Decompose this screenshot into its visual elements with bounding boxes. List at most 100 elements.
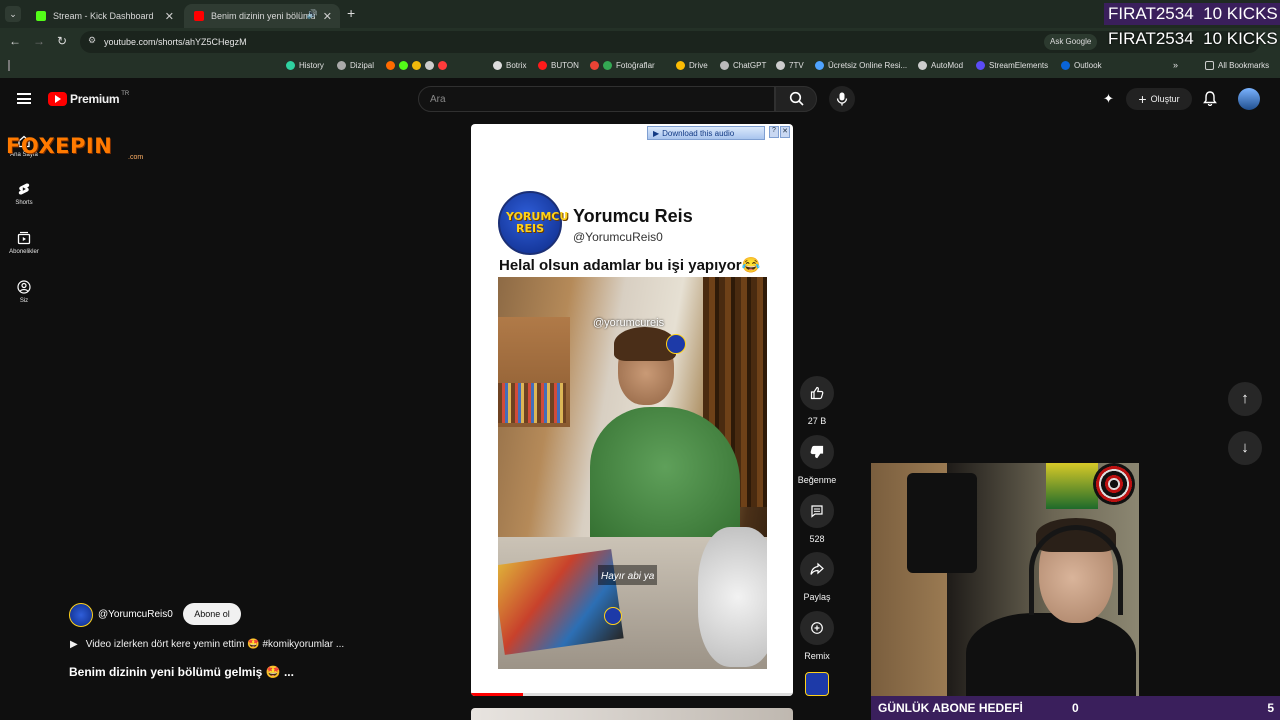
- sound-source-thumbnail[interactable]: [805, 672, 829, 696]
- next-short-preview[interactable]: [471, 708, 793, 720]
- webcam-banner: [1046, 463, 1098, 509]
- goal-current: 0: [1072, 701, 1079, 715]
- previous-short-button[interactable]: ↑: [1228, 382, 1262, 416]
- youtube-logo[interactable]: Premium TR: [48, 91, 130, 106]
- bookmark-buton[interactable]: BUTON: [538, 61, 579, 70]
- gemini-icon[interactable]: ✦: [1103, 91, 1114, 107]
- playback-progress-fill: [471, 693, 523, 696]
- thumbs-up-icon: [810, 386, 824, 400]
- all-bookmarks[interactable]: All Bookmarks: [1205, 61, 1269, 70]
- subscriber-goal-bar: GÜNLÜK ABONE HEDEFİ 0 5: [871, 696, 1280, 720]
- bookmark-drive[interactable]: Drive: [676, 61, 708, 70]
- subtitle-text: Hayır abi ya: [601, 571, 655, 582]
- next-short-button[interactable]: ↓: [1228, 431, 1262, 465]
- bookmark-resim[interactable]: Ücretsiz Online Resi...: [815, 61, 907, 70]
- search-input[interactable]: Ara: [418, 86, 775, 112]
- dislike-button[interactable]: Beğenme: [794, 435, 840, 485]
- bookmark-dizipal[interactable]: Dizipal: [337, 61, 374, 70]
- create-button[interactable]: + Oluştur: [1126, 88, 1192, 110]
- play-icon: ▶: [70, 639, 78, 650]
- goal-target: 5: [1267, 701, 1274, 715]
- browser-tab-bar: ⌄ Stream - Kick Dashboard ✕ Benim dizini…: [0, 0, 1280, 28]
- webcam-jersey: [907, 473, 977, 573]
- menu-icon[interactable]: [17, 93, 31, 104]
- country-badge: TR: [121, 91, 130, 97]
- short-video-player[interactable]: ▶ Download this audio ? ✕ YORUMCU REIS Y…: [471, 124, 793, 696]
- tab-youtube-short[interactable]: Benim dizinin yeni bölümü 🔊 ✕: [184, 4, 340, 28]
- goal-label: GÜNLÜK ABONE HEDEFİ: [878, 701, 1023, 715]
- nav-shorts[interactable]: Shorts: [0, 182, 48, 206]
- nav-subscriptions[interactable]: Abonelikler: [0, 231, 48, 255]
- playback-progress-track[interactable]: [471, 693, 793, 696]
- arrow-up-icon: ↑: [1241, 390, 1249, 407]
- subscribe-button[interactable]: Abone ol: [183, 603, 241, 625]
- dislike-label: Beğenme: [797, 475, 837, 485]
- reload-icon[interactable]: ↻: [57, 34, 67, 48]
- bookmarks-bar: History Dizipal Botrix BUTON Fotoğraflar…: [0, 56, 1280, 78]
- voice-search-button[interactable]: [829, 86, 855, 112]
- bookmark-7tv[interactable]: 7TV: [776, 61, 804, 70]
- remix-label: Remix: [804, 651, 830, 661]
- tab-title: Stream - Kick Dashboard: [53, 11, 154, 21]
- search-placeholder: Ara: [430, 94, 446, 105]
- download-audio-button[interactable]: ▶ Download this audio: [647, 126, 765, 140]
- create-label: Oluştur: [1150, 94, 1180, 104]
- notifications-icon[interactable]: [1203, 91, 1217, 111]
- shorts-icon: [18, 183, 30, 195]
- video-frame[interactable]: @yorumcureis Hayır abi ya: [498, 277, 767, 669]
- nav-label: Abonelikler: [9, 249, 39, 255]
- playlist-text: Video izlerken dört kere yemin ettim 🤩 #…: [85, 639, 345, 650]
- foxepin-logo-text: FOXEPIN: [6, 134, 113, 158]
- watermark-badge: [666, 334, 686, 354]
- close-icon[interactable]: ✕: [780, 126, 790, 138]
- bookmark-icons-2[interactable]: [386, 61, 451, 70]
- remix-button[interactable]: Remix: [796, 611, 838, 661]
- play-icon: ▶: [653, 128, 660, 138]
- tab-search-button[interactable]: ⌄: [5, 6, 21, 22]
- search-button[interactable]: [775, 86, 817, 112]
- omnibox[interactable]: ⚙ youtube.com/shorts/ahYZ5CHegzM Ask Goo…: [80, 31, 1260, 53]
- info-channel-name[interactable]: @YorumcuReis0: [98, 609, 173, 620]
- site-info-icon[interactable]: ⚙: [88, 35, 96, 46]
- comments-button[interactable]: 528: [796, 494, 838, 544]
- close-tab-icon[interactable]: ✕: [165, 10, 174, 23]
- bookmarks-overflow-icon[interactable]: »: [1173, 60, 1178, 70]
- bookmark-fotograflar[interactable]: Fotoğraflar: [590, 61, 655, 70]
- foxepin-logo-sub: .com: [128, 154, 144, 161]
- close-tab-icon[interactable]: ✕: [323, 10, 332, 23]
- webcam-streamer-body: [966, 613, 1136, 696]
- bookmark-botrix[interactable]: Botrix: [493, 61, 526, 70]
- ask-google-chip[interactable]: Ask Google: [1044, 34, 1098, 50]
- speaker-icon[interactable]: 🔊: [307, 9, 318, 20]
- webcam-dartboard: [1093, 463, 1135, 505]
- new-tab-button[interactable]: +: [347, 5, 355, 21]
- bookmark-label: All Bookmarks: [1218, 61, 1270, 70]
- help-icon[interactable]: ?: [769, 126, 779, 138]
- kick-alert-line-2: FIRAT2534 10 KICKS: [1104, 28, 1280, 50]
- nav-you[interactable]: Siz: [0, 280, 48, 304]
- download-label: Download this audio: [662, 128, 735, 138]
- forward-icon[interactable]: →: [33, 34, 45, 48]
- webcam-headset: [1029, 525, 1123, 615]
- like-button[interactable]: 27 B: [796, 376, 838, 426]
- bookmark-automod[interactable]: AutoMod: [918, 61, 963, 70]
- bookmark-outlook[interactable]: Outlook: [1061, 61, 1102, 70]
- remix-icon: [811, 622, 823, 634]
- webcam-overlay: [871, 463, 1139, 696]
- share-button[interactable]: Paylaş: [796, 552, 838, 602]
- bookmark-icon-strip[interactable]: [8, 60, 10, 71]
- bookmark-chatgpt[interactable]: ChatGPT: [720, 61, 766, 70]
- channel-handle: @YorumcuReis0: [573, 230, 663, 244]
- youtube-icon: [194, 11, 204, 21]
- back-icon[interactable]: ←: [9, 34, 21, 48]
- bookmark-label: Ücretsiz Online Resi...: [828, 61, 908, 70]
- bookmark-streamelements[interactable]: StreamElements: [976, 61, 1048, 70]
- bookmark-history[interactable]: History: [286, 61, 324, 70]
- tab-title: Benim dizinin yeni bölümü: [211, 11, 316, 21]
- bookmark-label: AutoMod: [931, 61, 964, 70]
- info-channel-avatar[interactable]: [69, 603, 93, 627]
- tab-kick-dashboard[interactable]: Stream - Kick Dashboard ✕: [26, 4, 182, 28]
- playlist-link[interactable]: ▶ Video izlerken dört kere yemin ettim 🤩…: [70, 639, 344, 650]
- url-text[interactable]: youtube.com/shorts/ahYZ5CHegzM: [104, 37, 247, 47]
- avatar[interactable]: [1238, 88, 1260, 110]
